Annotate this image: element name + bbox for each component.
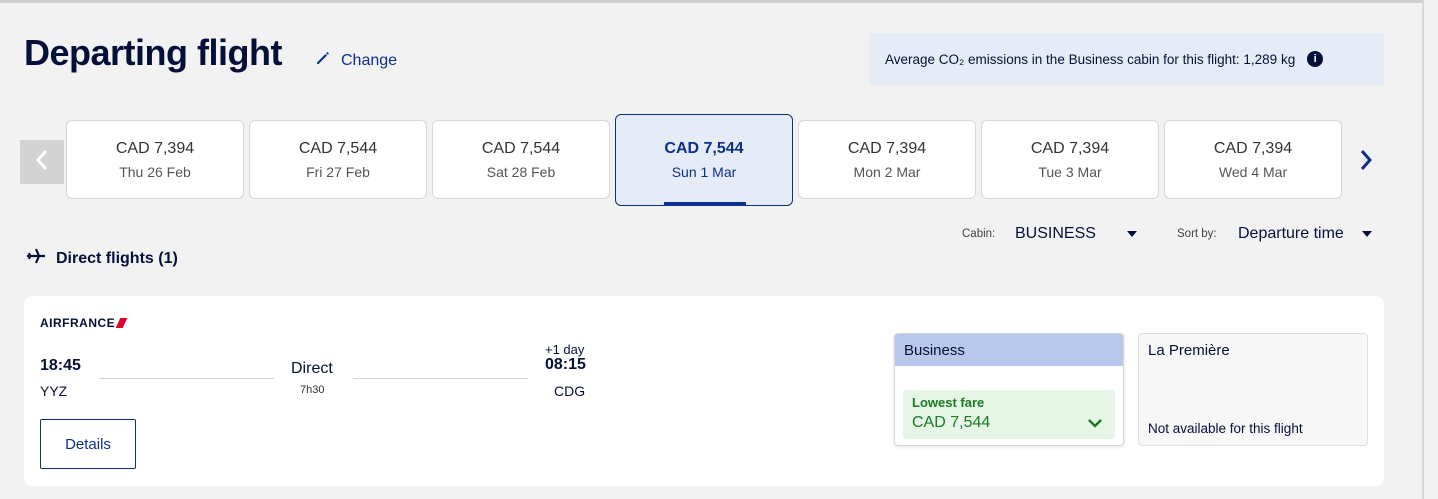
date-option-0[interactable]: CAD 7,394 Thu 26 Feb xyxy=(66,120,244,199)
chevron-left-icon xyxy=(35,149,49,176)
date-option-2[interactable]: CAD 7,544 Sat 28 Feb xyxy=(432,120,610,199)
change-label: Change xyxy=(341,51,398,69)
flight-duration: 7h30 xyxy=(300,384,325,396)
sort-select[interactable]: Departure time xyxy=(1238,225,1344,243)
date-label: Thu 26 Feb xyxy=(119,164,191,180)
date-price: CAD 7,394 xyxy=(1213,140,1293,157)
date-option-3[interactable]: CAD 7,544 Sun 1 Mar xyxy=(615,114,793,206)
previous-dates-button[interactable] xyxy=(20,140,64,184)
date-price: CAD 7,544 xyxy=(481,140,561,157)
cabin-label: Cabin: xyxy=(962,228,996,240)
selected-date-indicator xyxy=(664,202,746,205)
airline-name: AIRFRANCE xyxy=(40,316,116,330)
date-option-1[interactable]: CAD 7,544 Fri 27 Feb xyxy=(249,120,427,199)
date-option-6[interactable]: CAD 7,394 Wed 4 Mar xyxy=(1164,120,1342,199)
page-title: Departing flight xyxy=(24,32,282,73)
sort-label: Sort by: xyxy=(1177,228,1217,240)
cabin-select[interactable]: BUSINESS xyxy=(1015,225,1096,243)
departure-time: 18:45 xyxy=(40,357,81,374)
stops-label: Direct xyxy=(291,360,333,377)
change-button[interactable]: Change xyxy=(315,50,397,71)
lowest-fare-box[interactable]: Lowest fare CAD 7,544 xyxy=(903,390,1115,439)
date-price: CAD 7,544 xyxy=(664,140,744,157)
direct-flights-heading: Direct flights (1) xyxy=(26,248,178,269)
pencil-icon xyxy=(315,50,331,71)
arrival-airport: CDG xyxy=(554,383,586,399)
date-price: CAD 7,394 xyxy=(1030,140,1110,157)
fare-premiere-name: La Première xyxy=(1148,342,1230,359)
date-option-4[interactable]: CAD 7,394 Mon 2 Mar xyxy=(798,120,976,199)
date-price: CAD 7,544 xyxy=(298,140,378,157)
fare-business-name: Business xyxy=(895,334,1123,366)
fare-option-la-premiere: La Première Not available for this fligh… xyxy=(1138,333,1368,446)
lowest-fare-tag: Lowest fare xyxy=(912,395,985,410)
details-button[interactable]: Details xyxy=(40,419,136,469)
date-label: Fri 27 Feb xyxy=(306,164,370,180)
chevron-right-icon xyxy=(1359,149,1373,176)
right-divider xyxy=(1422,0,1424,499)
fare-premiere-status: Not available for this flight xyxy=(1148,421,1303,436)
fare-business-price: CAD 7,544 xyxy=(912,414,991,431)
date-label: Tue 3 Mar xyxy=(1038,164,1102,180)
date-label: Sat 28 Feb xyxy=(486,164,556,180)
arrival-time: 08:15 xyxy=(545,356,586,373)
day-offset: +1 day xyxy=(545,342,585,357)
next-dates-button[interactable] xyxy=(1346,140,1386,184)
route-line-left xyxy=(100,378,274,379)
co2-emissions-banner: Average CO₂ emissions in the Business ca… xyxy=(869,33,1384,85)
route-line-right xyxy=(353,378,528,379)
fare-option-business[interactable]: Business Lowest fare CAD 7,544 xyxy=(894,333,1124,446)
date-price: CAD 7,394 xyxy=(847,140,927,157)
date-label: Mon 2 Mar xyxy=(853,164,921,180)
top-divider xyxy=(0,0,1422,3)
co2-text: Average CO₂ emissions in the Business ca… xyxy=(885,51,1296,67)
airfrance-slash-icon xyxy=(115,318,128,328)
date-label: Sun 1 Mar xyxy=(671,164,737,180)
flight-card: AIRFRANCE 18:45 YYZ Direct 7h30 +1 day 0… xyxy=(24,296,1384,486)
airplane-icon xyxy=(26,248,46,269)
caret-down-icon[interactable] xyxy=(1362,231,1372,237)
date-label: Wed 4 Mar xyxy=(1218,164,1288,180)
airline-logo: AIRFRANCE xyxy=(40,316,128,330)
date-price: CAD 7,394 xyxy=(115,140,195,157)
info-icon[interactable]: i xyxy=(1307,51,1324,67)
chevron-down-icon xyxy=(1087,416,1103,428)
caret-down-icon[interactable] xyxy=(1127,231,1137,237)
date-option-5[interactable]: CAD 7,394 Tue 3 Mar xyxy=(981,120,1159,199)
direct-flights-label: Direct flights (1) xyxy=(56,249,178,267)
departure-airport: YYZ xyxy=(40,383,68,399)
